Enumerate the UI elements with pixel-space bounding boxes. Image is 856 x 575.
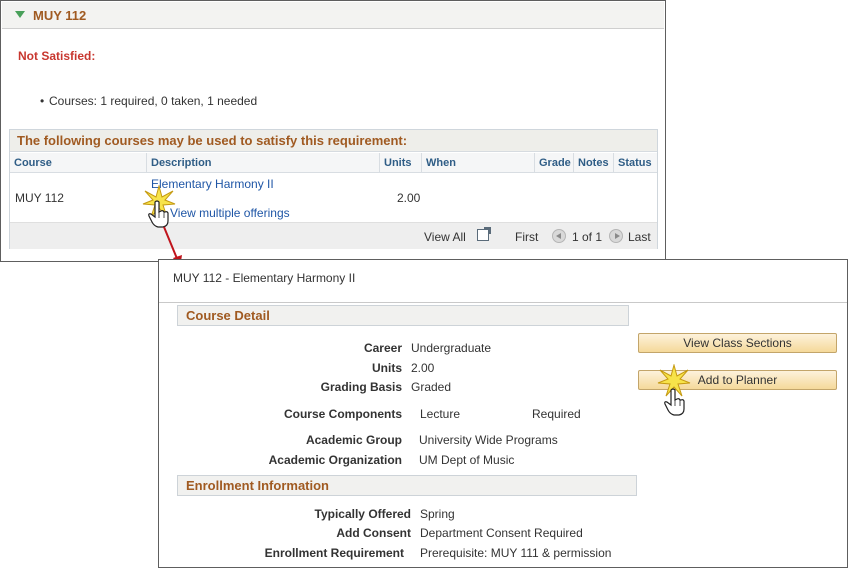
collapse-triangle-icon[interactable] — [15, 11, 25, 18]
typically-offered-label: Typically Offered — [314, 507, 411, 521]
career-value: Undergraduate — [411, 341, 492, 355]
column-header-grade: Grade — [535, 153, 574, 173]
course-detail-panel: MUY 112 - Elementary Harmony II Course D… — [158, 259, 848, 568]
academic-organization-label: Academic Organization — [268, 453, 402, 467]
page-indicator: 1 of 1 — [572, 230, 603, 244]
hand-cursor-icon — [148, 200, 169, 228]
first-page-label: First — [515, 230, 539, 244]
course-detail-heading: Course Detail — [177, 305, 629, 326]
course-components-label: Course Components — [283, 407, 402, 421]
view-all-link[interactable]: View All — [424, 230, 466, 244]
grading-basis-label: Grading Basis — [320, 380, 402, 394]
view-all-icon[interactable] — [477, 227, 491, 241]
course-components-value: Lecture — [420, 407, 461, 421]
course-detail-title: MUY 112 - Elementary Harmony II — [173, 271, 356, 285]
course-components-required: Required — [532, 407, 581, 421]
academic-group-value: University Wide Programs — [419, 433, 558, 447]
column-header-units: Units — [380, 153, 422, 173]
units-label: Units — [372, 361, 402, 375]
course-options-grid: The following courses may be used to sat… — [9, 129, 658, 249]
add-consent-value: Department Consent Required — [420, 526, 583, 540]
requirement-panel: MUY 112 Not Satisfied: Courses: 1 requir… — [0, 0, 666, 262]
column-header-status: Status — [614, 153, 657, 173]
units-value: 2.00 — [411, 361, 435, 375]
title-divider — [159, 302, 847, 303]
hand-cursor-icon — [664, 388, 685, 416]
next-page-icon[interactable] — [609, 229, 623, 243]
requirement-header[interactable]: MUY 112 — [2, 2, 664, 29]
academic-organization-value: UM Dept of Music — [419, 453, 515, 467]
requirement-status: Not Satisfied: — [18, 49, 96, 63]
grid-title: The following courses may be used to sat… — [10, 130, 657, 152]
grid-footer: View All First 1 of 1 Last — [10, 222, 657, 249]
requirement-title: MUY 112 — [33, 8, 87, 23]
column-header-description: Description — [147, 153, 380, 173]
enrollment-requirement-label: Enrollment Requirement — [264, 546, 404, 560]
add-consent-label: Add Consent — [336, 526, 411, 540]
units-cell: 2.00 — [397, 191, 421, 205]
career-label: Career — [363, 341, 402, 355]
previous-page-icon[interactable] — [552, 229, 566, 243]
course-cell: MUY 112 — [15, 191, 64, 205]
academic-group-label: Academic Group — [305, 433, 402, 447]
typically-offered-value: Spring — [420, 507, 455, 521]
column-header-when: When — [422, 153, 535, 173]
column-header-course: Course — [10, 153, 147, 173]
courses-summary: Courses: 1 required, 0 taken, 1 needed — [40, 94, 257, 108]
view-class-sections-button[interactable]: View Class Sections — [638, 333, 837, 353]
column-header-notes: Notes — [574, 153, 614, 173]
enrollment-information-heading: Enrollment Information — [177, 475, 637, 496]
last-page-label: Last — [628, 230, 651, 244]
enrollment-requirement-value: Prerequisite: MUY 111 & permission — [420, 546, 612, 560]
view-multiple-offerings-link[interactable]: View multiple offerings — [170, 206, 290, 220]
grading-basis-value: Graded — [411, 380, 452, 394]
